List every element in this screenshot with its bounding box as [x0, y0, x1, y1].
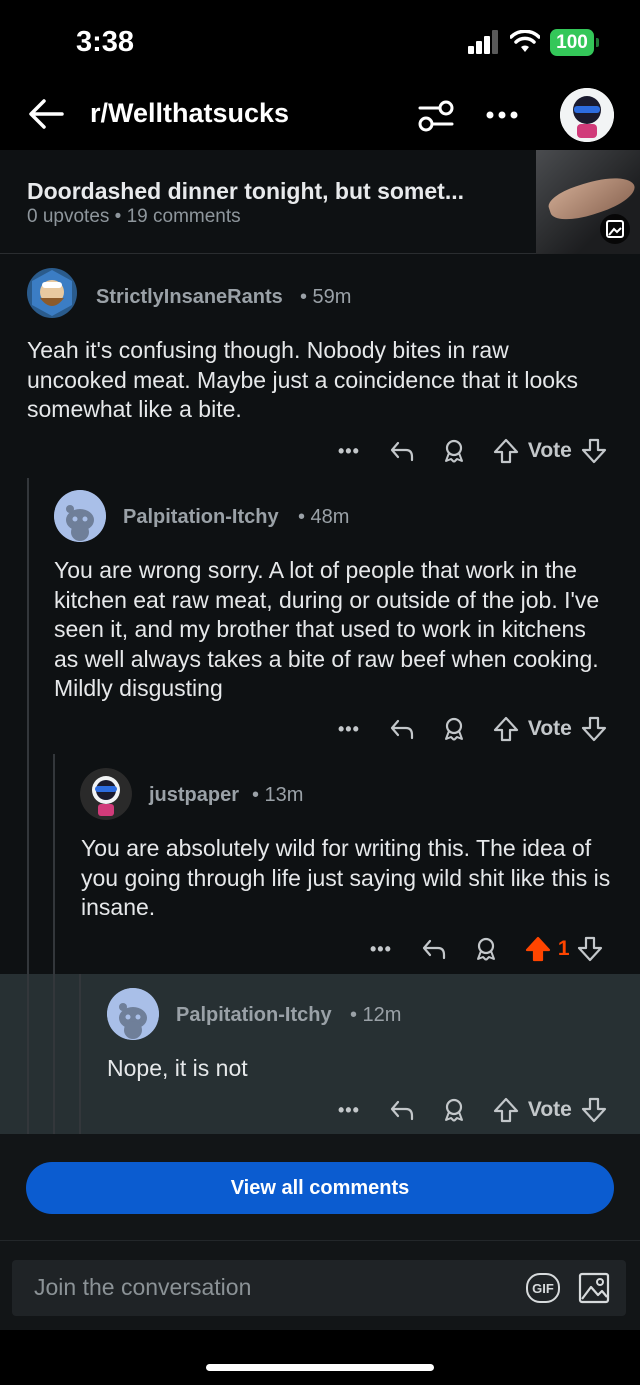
comment-avatar[interactable]	[27, 268, 77, 318]
battery-tip	[596, 38, 599, 47]
post-thumbnail[interactable]	[536, 150, 640, 254]
app-header: r/Wellthatsucks	[0, 80, 640, 171]
more-icon[interactable]: •••	[338, 719, 360, 740]
thread-line	[53, 754, 55, 1134]
reply-icon[interactable]	[388, 1096, 416, 1124]
more-icon[interactable]: •••	[370, 939, 392, 960]
back-arrow-icon[interactable]	[26, 94, 66, 134]
award-icon[interactable]	[472, 935, 500, 963]
status-bar: 3:38 100	[0, 0, 640, 80]
comment-body: Nope, it is not	[107, 1055, 248, 1081]
comment-time: • 48m	[298, 506, 350, 528]
thread-line	[79, 974, 81, 1134]
downvote-icon[interactable]	[576, 935, 604, 963]
comment-actions: ••• Vote	[338, 712, 608, 746]
post-summary[interactable]: Doordashed dinner tonight, but somet... …	[0, 150, 640, 254]
cellular-signal-icon	[468, 30, 498, 54]
vote-label: Vote	[527, 1098, 572, 1121]
reply-icon[interactable]	[388, 437, 416, 465]
downvote-icon[interactable]	[580, 715, 608, 743]
comment-actions: ••• Vote	[338, 1093, 608, 1127]
comment-time: • 12m	[350, 1004, 402, 1026]
comment-body: You are absolutely wild for writing this…	[81, 835, 611, 920]
vote-label: Vote	[527, 717, 572, 740]
downvote-icon[interactable]	[580, 437, 608, 465]
wifi-icon	[510, 30, 540, 52]
comment-time: • 59m	[300, 286, 352, 308]
upvote-icon[interactable]	[492, 1096, 520, 1124]
view-all-comments-button[interactable]: View all comments	[26, 1162, 614, 1214]
comment-avatar[interactable]	[54, 490, 106, 542]
comment-author[interactable]: Palpitation-Itchy	[176, 1004, 332, 1027]
award-icon[interactable]	[440, 437, 468, 465]
comment-time: • 13m	[252, 784, 304, 806]
comment-author[interactable]: Palpitation-Itchy	[123, 506, 279, 529]
home-indicator-area	[0, 1330, 640, 1385]
battery-indicator: 100	[550, 29, 594, 56]
user-avatar[interactable]	[560, 88, 614, 142]
post-meta: 0 upvotes • 19 comments	[27, 206, 241, 227]
more-icon[interactable]: •••	[338, 441, 360, 462]
award-icon[interactable]	[440, 1096, 468, 1124]
comment-actions: ••• Vote	[338, 434, 608, 468]
subreddit-title[interactable]: r/Wellthatsucks	[90, 98, 289, 129]
gif-icon[interactable]: GIF	[526, 1273, 560, 1303]
comments-section: StrictlyInsaneRants • 59m Yeah it's conf…	[0, 254, 640, 1136]
comment-input-placeholder: Join the conversation	[34, 1274, 252, 1300]
post-title[interactable]: Doordashed dinner tonight, but somet...	[27, 178, 464, 205]
comment-author[interactable]: StrictlyInsaneRants	[96, 286, 283, 309]
vote-label: Vote	[527, 439, 572, 462]
upvote-filled-icon[interactable]	[524, 935, 552, 963]
home-indicator[interactable]	[206, 1364, 434, 1371]
downvote-icon[interactable]	[580, 1096, 608, 1124]
comment-body: Yeah it's confusing though. Nobody bites…	[27, 337, 579, 422]
image-upload-icon[interactable]	[578, 1272, 610, 1304]
upvote-icon[interactable]	[492, 715, 520, 743]
comment-input[interactable]: Join the conversation GIF	[12, 1260, 626, 1316]
comment-actions: ••• 1	[370, 932, 604, 966]
reply-icon[interactable]	[388, 715, 416, 743]
reply-icon[interactable]	[420, 935, 448, 963]
more-icon[interactable]: •••	[338, 1100, 360, 1121]
thread-line	[27, 478, 29, 1134]
vote-count: 1	[557, 937, 570, 960]
upvote-icon[interactable]	[492, 437, 520, 465]
comment-avatar[interactable]	[107, 988, 159, 1040]
comment-body: You are wrong sorry. A lot of people tha…	[54, 557, 600, 701]
comment-author[interactable]: justpaper	[149, 784, 239, 807]
sort-filter-icon[interactable]	[416, 96, 456, 136]
comment-avatar[interactable]	[80, 768, 132, 820]
image-badge-icon	[600, 214, 630, 244]
award-icon[interactable]	[440, 715, 468, 743]
more-options-icon[interactable]	[484, 100, 520, 130]
status-time: 3:38	[76, 26, 135, 58]
